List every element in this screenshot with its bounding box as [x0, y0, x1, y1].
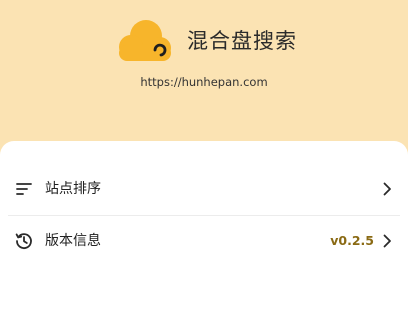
chevron-right-icon — [383, 182, 391, 196]
settings-item-version-info[interactable]: 版本信息 v0.2.5 — [0, 218, 408, 264]
app-url[interactable]: https://hunhepan.com — [0, 74, 408, 90]
divider — [8, 215, 400, 216]
settings-item-label: 版本信息 — [45, 233, 101, 249]
app-header: 混合盘搜索 https://hunhepan.com — [0, 0, 408, 140]
app-title: 混合盘搜索 — [187, 29, 297, 53]
settings-item-site-sort[interactable]: 站点排序 — [0, 166, 408, 212]
settings-item-label: 站点排序 — [45, 181, 101, 197]
version-number: v0.2.5 — [330, 233, 374, 248]
cloud-icon — [119, 20, 171, 61]
sort-lines-icon — [16, 183, 32, 195]
history-clock-icon — [15, 233, 32, 249]
chevron-right-icon — [383, 234, 391, 248]
